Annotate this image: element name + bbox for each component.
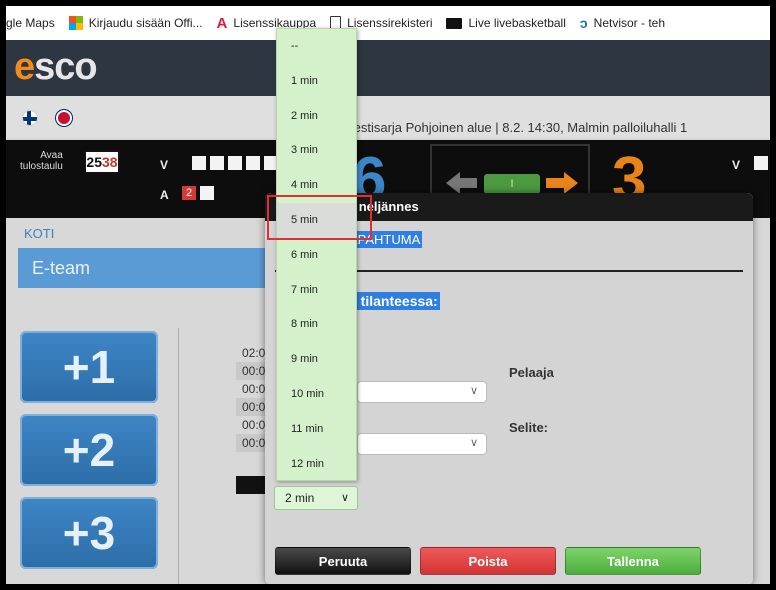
match-info: testisarja Pohjoinen alue | 8.2. 14:30, …: [350, 120, 688, 135]
microsoft-icon: [68, 16, 83, 30]
bookmark-office-login[interactable]: Kirjaudu sisään Offi...: [68, 16, 203, 30]
second-select[interactable]: ∨: [357, 433, 487, 455]
home-team-name: E-team: [18, 248, 270, 288]
dropdown-option[interactable]: --: [277, 29, 356, 64]
dropdown-option[interactable]: 8 min: [277, 307, 356, 342]
plus-two-button[interactable]: +2: [20, 414, 158, 486]
esco-logo[interactable]: esco: [14, 46, 98, 89]
english-flag-icon[interactable]: [56, 110, 72, 126]
chevron-down-icon: ∨: [469, 385, 478, 397]
bookmark-netvisor[interactable]: ↄ Netvisor - teh: [580, 15, 665, 31]
bookmark-label: Netvisor - teh: [593, 16, 666, 30]
delete-button[interactable]: Poista: [420, 547, 556, 575]
home-side-label: KOTI: [24, 226, 55, 241]
arrow-left-icon: [446, 172, 460, 194]
save-button[interactable]: Tallenna: [565, 547, 701, 575]
away-fouls-label: V: [732, 158, 741, 172]
penalty-time-select[interactable]: 2 min ∨: [274, 486, 358, 510]
bookmark-label: Kirjaudu sisään Offi...: [88, 16, 203, 30]
dropdown-option[interactable]: 1 min: [277, 64, 356, 99]
divider: [178, 328, 179, 584]
foul-square: [192, 156, 206, 170]
arrow-right-icon-bar: [546, 178, 564, 188]
dropdown-option[interactable]: 3 min: [277, 133, 356, 168]
a-logo-icon: A: [216, 14, 228, 32]
foul-square: [754, 156, 768, 170]
plus-three-button[interactable]: +3: [20, 497, 158, 569]
plus-one-button[interactable]: +1: [20, 331, 158, 403]
home-fouls-label: V: [160, 158, 169, 172]
time-dropdown-list: -- 1 min 2 min 3 min 4 min 5 min 6 min 7…: [276, 28, 357, 481]
foul-square: [228, 156, 242, 170]
dropdown-option[interactable]: 11 min: [277, 412, 356, 447]
chevron-down-icon: ∨: [340, 492, 349, 504]
timeout-square: [200, 186, 214, 200]
app-header: esco: [6, 40, 770, 96]
browser-frame: gle Maps Kirjaudu sisään Offi... A Lisens…: [6, 6, 770, 584]
dropdown-option[interactable]: 12 min: [277, 447, 356, 482]
situation-tag: a tilanteessa:: [347, 292, 440, 310]
tv-icon: [446, 17, 463, 29]
bookmarks-bar: gle Maps Kirjaudu sisään Offi... A Lisens…: [6, 6, 770, 40]
cancel-button[interactable]: Peruuta: [275, 547, 411, 575]
event-select[interactable]: ∨: [357, 381, 487, 403]
chevron-down-icon: ∨: [469, 437, 478, 449]
arrow-left-icon-bar: [459, 178, 477, 188]
period-indicator: I: [484, 174, 540, 194]
bookmark-label: Lisenssirekisteri: [347, 16, 433, 30]
bookmark-livebasketball[interactable]: Live livebasketball: [446, 16, 566, 30]
dropdown-option[interactable]: 2 min: [277, 99, 356, 134]
bookmark-google-maps[interactable]: gle Maps: [6, 16, 55, 30]
dropdown-option[interactable]: 9 min: [277, 342, 356, 377]
foul-square: [246, 156, 260, 170]
timeout-count: 2: [182, 186, 196, 200]
dropdown-option[interactable]: 7 min: [277, 273, 356, 308]
dropdown-option[interactable]: 6 min: [277, 238, 356, 273]
finnish-flag-icon[interactable]: [22, 110, 38, 126]
home-timeouts-label: A: [160, 188, 169, 202]
scoreboard-icon[interactable]: 2538: [84, 150, 120, 174]
note-label: Selite:: [509, 420, 549, 435]
dropdown-option[interactable]: 10 min: [277, 377, 356, 412]
bookmark-label: gle Maps: [6, 16, 55, 30]
foul-square: [210, 156, 224, 170]
player-label: Pelaaja: [509, 365, 554, 380]
netvisor-icon: ↄ: [579, 15, 588, 31]
bookmark-label: Live livebasketball: [468, 16, 566, 30]
open-scoreboard-link[interactable]: Avaa tulostaulu: [20, 150, 63, 172]
arrow-right-icon: [564, 172, 578, 194]
highlight-annotation-box: [267, 195, 372, 240]
